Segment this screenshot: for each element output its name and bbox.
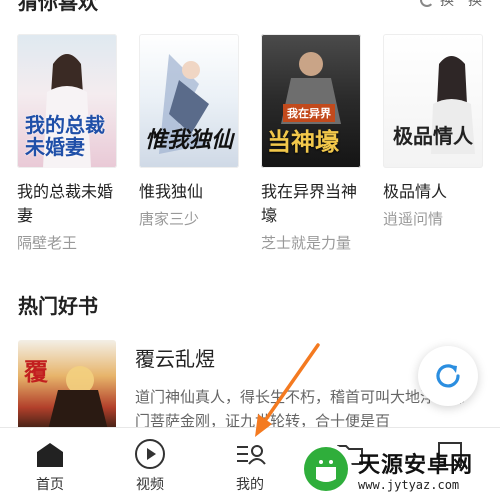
book-cover[interactable]: 我在异界 当神壕 xyxy=(261,34,361,168)
book-title[interactable]: 极品情人 xyxy=(383,180,489,204)
watermark-name: 天源安卓网 xyxy=(358,452,474,478)
book-cover[interactable]: 惟我独仙 xyxy=(139,34,239,168)
home-icon xyxy=(34,438,66,470)
change-batch-button[interactable]: 换一换 xyxy=(420,0,482,10)
cover-title: 惟我独仙 xyxy=(145,128,234,153)
book-card[interactable]: 我的总裁未婚妻 我的总裁未婚妻 隔壁老王 xyxy=(17,34,123,253)
change-batch-label: 换一换 xyxy=(440,0,482,9)
tab-label: 我的 xyxy=(236,477,264,493)
book-card[interactable]: 惟我独仙 惟我独仙 唐家三少 xyxy=(139,34,245,229)
recommend-title: 猜你喜欢 xyxy=(18,0,98,14)
tab-label: 视频 xyxy=(136,477,164,493)
tab-home[interactable]: 首页 xyxy=(10,428,90,500)
book-card[interactable]: 极品情人 极品情人 逍遥问情 xyxy=(383,34,489,229)
book-author: 唐家三少 xyxy=(139,210,200,228)
hot-book-title[interactable]: 覆云乱煜 xyxy=(135,343,215,372)
book-author: 隔壁老王 xyxy=(17,234,78,252)
book-cover[interactable]: 极品情人 xyxy=(383,34,483,168)
hot-section-title: 热门好书 xyxy=(18,294,98,318)
cover-title: 当神壕 xyxy=(267,128,339,156)
book-cover[interactable]: 我的总裁未婚妻 xyxy=(17,34,117,168)
play-circle-icon xyxy=(134,438,166,470)
cover-title: 极品情人 xyxy=(393,124,473,148)
cover-tag: 我在异界 xyxy=(283,104,335,122)
book-title[interactable]: 惟我独仙 xyxy=(139,180,245,204)
watermark-url: www.jytyaz.com xyxy=(358,477,460,492)
cover-title: 我的总裁未婚妻 xyxy=(25,113,105,159)
tab-mine[interactable]: 我的 xyxy=(210,428,290,500)
book-title[interactable]: 我的总裁未婚妻 xyxy=(17,180,123,228)
cover-figure-icon: 覆 xyxy=(24,358,108,430)
tab-video[interactable]: 视频 xyxy=(110,428,190,500)
android-logo-icon xyxy=(300,443,352,495)
book-author: 逍遥问情 xyxy=(383,210,444,228)
book-card[interactable]: 我在异界 当神壕 我在异界当神壕 芝士就是力量 xyxy=(261,34,367,253)
svg-text:覆: 覆 xyxy=(24,358,49,386)
refresh-button[interactable] xyxy=(418,346,478,406)
hot-book-cover[interactable]: 覆 xyxy=(18,340,116,430)
profile-list-icon xyxy=(234,438,266,470)
book-author: 芝士就是力量 xyxy=(261,234,352,252)
tab-label: 首页 xyxy=(36,477,64,493)
site-watermark: 天源安卓网 www.jytyaz.com xyxy=(300,438,500,500)
hot-book-description: 道门神仙真人，得长生不朽，稽首可叫大地浮，佛门菩萨金刚，证九世轮转，合十便是百 xyxy=(135,388,466,430)
recommend-header: 猜你喜欢 换一换 xyxy=(0,0,500,14)
refresh-icon xyxy=(420,0,434,7)
refresh-icon xyxy=(436,364,460,388)
book-title[interactable]: 我在异界当神壕 xyxy=(261,180,367,228)
